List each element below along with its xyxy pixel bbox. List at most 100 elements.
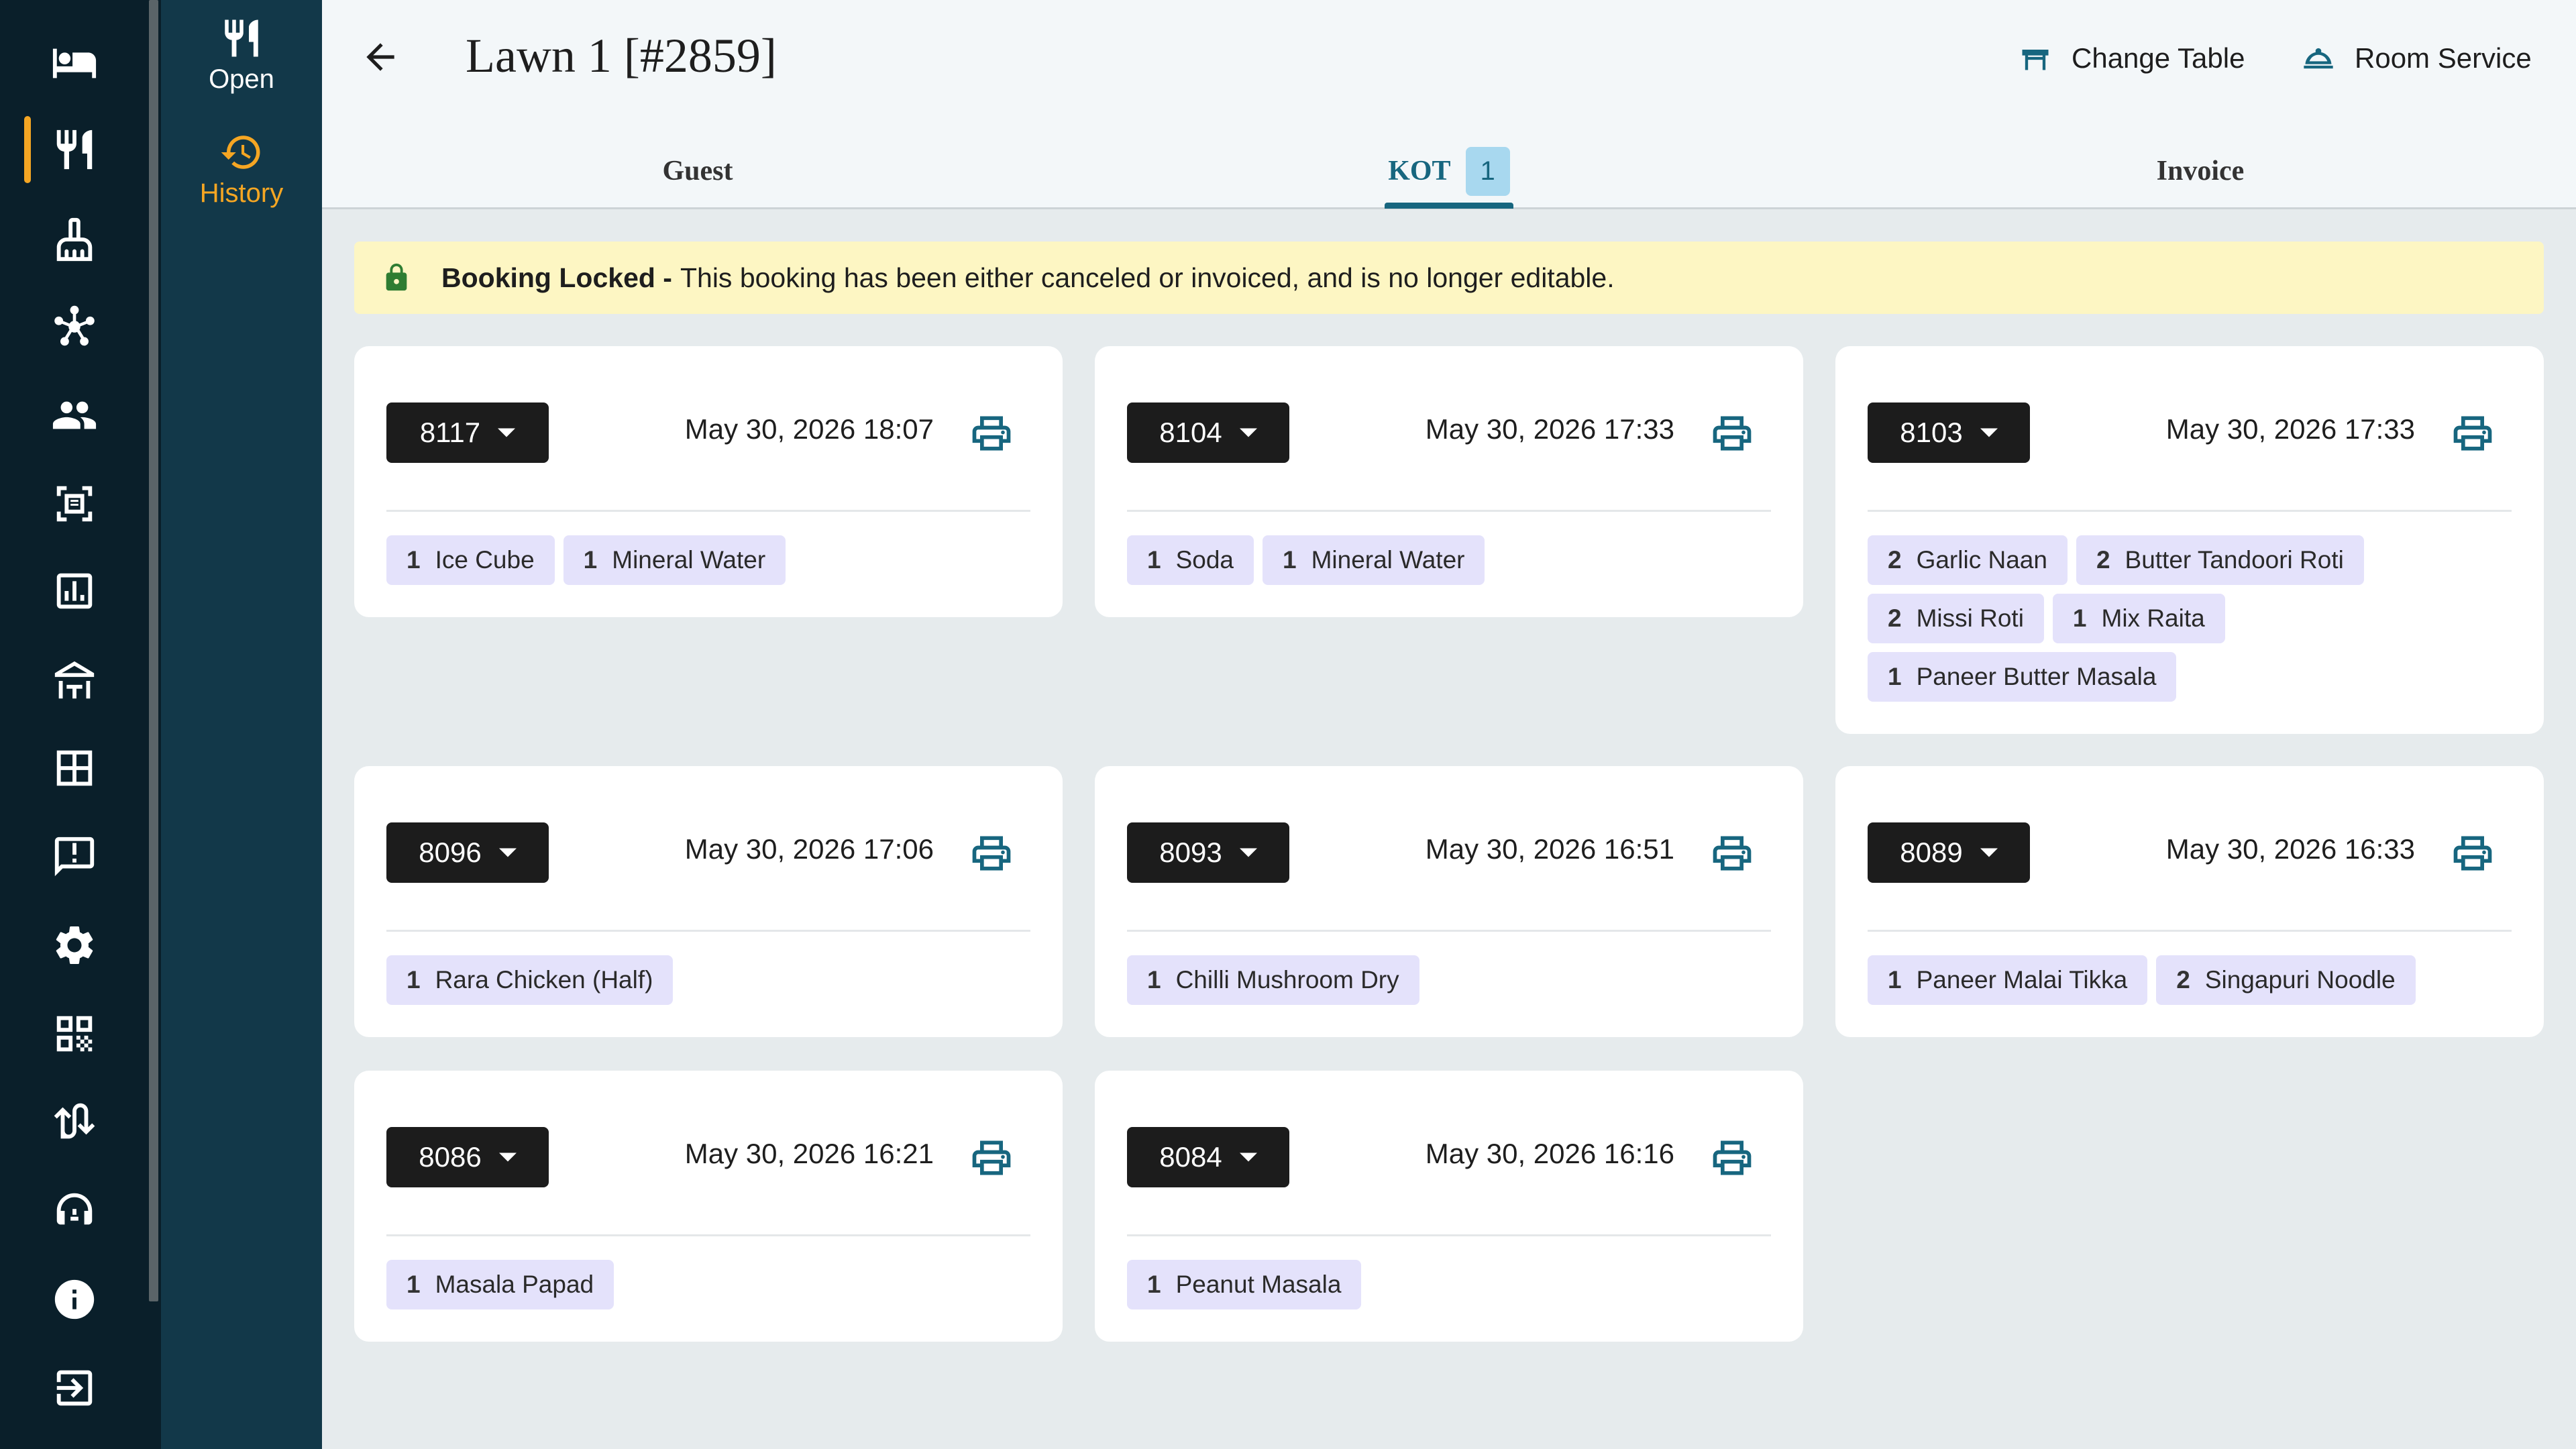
print-button[interactable] (1709, 411, 1755, 456)
kot-card: 8117 May 30, 2026 18:07 1 Ice Cube 1 Miner… (354, 346, 1063, 617)
change-table-label: Change Table (2072, 42, 2245, 74)
item-name: Garlic Naan (1916, 546, 2047, 574)
printer-icon (2453, 836, 2492, 871)
caret-down-icon (498, 428, 516, 437)
kot-number: 8117 (419, 417, 481, 448)
history-icon (221, 136, 260, 169)
printer-icon (972, 1140, 1011, 1175)
kot-items: 1 Rara Chicken (Half) (386, 955, 1030, 1005)
kot-card: 8086 May 30, 2026 16:21 1 Masala Papad (354, 1071, 1063, 1342)
print-button[interactable] (1709, 1135, 1755, 1181)
item-qty: 1 (407, 546, 421, 574)
subnav-open-label: Open (209, 64, 274, 94)
rail-item-guests[interactable] (0, 378, 149, 452)
item-name: Paneer Butter Masala (1916, 663, 2157, 690)
rail-item-support[interactable] (0, 1174, 149, 1248)
kot-datetime: May 30, 2026 18:07 (684, 413, 934, 445)
kot-item-chip: 1 Mix Raita (2052, 594, 2225, 643)
restaurant-subnav: Open History (161, 0, 322, 1449)
caret-down-icon (498, 848, 517, 857)
kot-datetime: May 30, 2026 17:06 (684, 833, 934, 865)
item-qty: 1 (1147, 1271, 1161, 1298)
item-name: Missi Roti (1916, 604, 2024, 632)
item-name: Mix Raita (2101, 604, 2205, 632)
kot-number: 8089 (1900, 837, 1963, 868)
room-service-button[interactable]: Room Service (2301, 35, 2532, 82)
tab-invoice-label: Invoice (2156, 156, 2245, 186)
settings-icon (56, 926, 93, 964)
kot-number: 8086 (419, 1141, 482, 1173)
card-divider (1127, 510, 1771, 512)
rail-item-floor-plan[interactable] (0, 731, 149, 805)
rail-item-rooms[interactable] (0, 25, 149, 99)
room-service-icon (2304, 48, 2333, 69)
tab-invoice[interactable]: Invoice (1825, 134, 2576, 208)
printer-icon (1713, 836, 1752, 871)
kot-items: 2 Garlic Naan 2 Butter Tandoori Roti 2 Miss… (1868, 535, 2512, 702)
subnav-history-label: History (199, 178, 284, 208)
kot-number-dropdown[interactable]: 8117 (386, 402, 549, 463)
kot-item-chip: 1 Peanut Masala (1127, 1260, 1362, 1309)
rail-item-logout[interactable] (0, 1351, 149, 1425)
rail-item-banquet[interactable] (0, 644, 149, 718)
kot-number-dropdown[interactable]: 8086 (386, 1127, 549, 1187)
print-button[interactable] (969, 411, 1014, 456)
info-icon (54, 1279, 95, 1320)
kot-number: 8093 (1159, 837, 1222, 868)
kot-number-dropdown[interactable]: 8104 (1127, 402, 1289, 463)
rail-item-sync[interactable] (0, 1084, 149, 1158)
report-icon (56, 573, 93, 609)
subnav-history[interactable]: History (161, 130, 322, 209)
item-qty: 1 (1888, 966, 1902, 994)
kot-number-dropdown[interactable]: 8089 (1868, 822, 2030, 883)
item-qty: 2 (2176, 966, 2190, 994)
kot-item-chip: 1 Paneer Butter Masala (1868, 652, 2177, 702)
print-button[interactable] (2450, 411, 2496, 456)
support-icon (56, 1193, 93, 1225)
kot-number: 8104 (1159, 417, 1222, 448)
kot-number-dropdown[interactable]: 8084 (1127, 1127, 1289, 1187)
kot-card: 8104 May 30, 2026 17:33 1 Soda 1 Mineral W… (1095, 346, 1803, 617)
kot-datetime: May 30, 2026 16:16 (1425, 1138, 1674, 1169)
print-button[interactable] (969, 1135, 1014, 1181)
subnav-open[interactable]: Open (161, 16, 322, 95)
print-button[interactable] (1709, 830, 1755, 876)
rail-item-feedback[interactable] (0, 820, 149, 894)
kot-items: 1 Ice Cube 1 Mineral Water (386, 535, 1030, 585)
kot-number-dropdown[interactable]: 8096 (386, 822, 549, 883)
printer-icon (972, 416, 1011, 451)
floor-plan-icon (56, 750, 93, 786)
rail-item-network[interactable] (0, 290, 149, 364)
rail-item-settings[interactable] (0, 908, 149, 982)
rail-item-qr-code[interactable] (0, 997, 149, 1071)
print-button[interactable] (2450, 830, 2496, 876)
kot-datetime: May 30, 2026 16:51 (1425, 833, 1674, 865)
kot-items: 1 Masala Papad (386, 1260, 1030, 1309)
print-button[interactable] (969, 830, 1014, 876)
rail-item-housekeeping[interactable] (0, 203, 149, 276)
tab-guest[interactable]: Guest (322, 134, 1073, 208)
kot-number-dropdown[interactable]: 8103 (1868, 402, 2030, 463)
kot-number: 8103 (1900, 417, 1963, 448)
card-divider (386, 930, 1030, 932)
rail-item-restaurant[interactable] (0, 113, 149, 186)
kot-item-chip: 1 Mineral Water (1263, 535, 1485, 585)
card-divider (1868, 510, 2512, 512)
item-qty: 2 (2096, 546, 2110, 574)
rail-scrollbar[interactable] (149, 0, 158, 1301)
caret-down-icon (1239, 428, 1257, 437)
change-table-button[interactable]: Change Table (2018, 35, 2245, 82)
kot-number-dropdown[interactable]: 8093 (1127, 822, 1289, 883)
kot-item-chip: 2 Garlic Naan (1868, 535, 2068, 585)
tab-kot[interactable]: KOT 1 (1073, 134, 1825, 208)
printer-icon (1713, 416, 1752, 451)
kot-card: 8089 May 30, 2026 16:33 1 Paneer Malai Ti… (1835, 766, 2544, 1037)
back-button[interactable] (357, 34, 404, 80)
rail-item-reports[interactable] (0, 554, 149, 628)
rail-item-info[interactable] (0, 1263, 149, 1336)
kot-item-chip: 2 Singapuri Noodle (2156, 955, 2416, 1005)
users-icon (52, 401, 97, 429)
kot-count-badge: 1 (1465, 146, 1510, 196)
rail-item-billing[interactable] (0, 467, 149, 541)
printer-icon (1713, 1140, 1752, 1175)
